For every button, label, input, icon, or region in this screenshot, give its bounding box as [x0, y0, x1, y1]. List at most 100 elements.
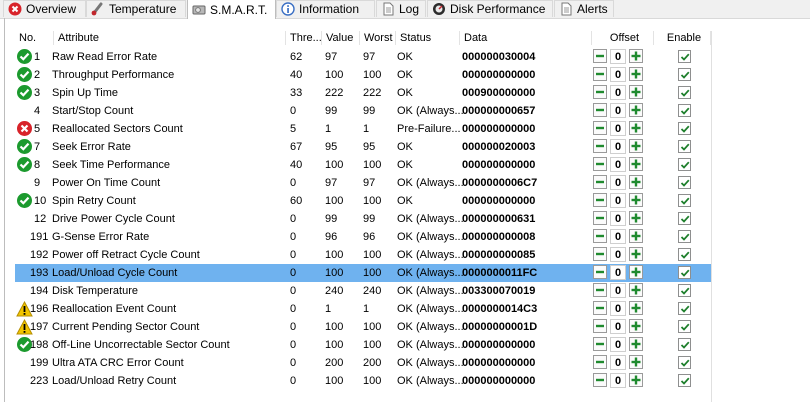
offset-decrement-button[interactable] — [593, 337, 607, 351]
tab-log[interactable]: Log — [376, 0, 426, 17]
offset-value[interactable]: 0 — [610, 229, 626, 244]
enable-checkbox[interactable] — [678, 374, 691, 387]
tab-information[interactable]: Information — [276, 0, 375, 17]
column-header-worst[interactable]: Worst — [360, 31, 396, 45]
tab-temperature[interactable]: Temperature — [86, 0, 186, 17]
offset-value[interactable]: 0 — [610, 211, 626, 226]
offset-value[interactable]: 0 — [610, 355, 626, 370]
offset-decrement-button[interactable] — [593, 319, 607, 333]
enable-checkbox[interactable] — [678, 212, 691, 225]
enable-checkbox[interactable] — [678, 284, 691, 297]
table-row[interactable]: 9 Power On Time Count 0 97 97 OK (Always... 00… — [15, 174, 711, 192]
offset-decrement-button[interactable] — [593, 157, 607, 171]
table-row[interactable]: 1 Raw Read Error Rate 62 97 97 OK 000000030004… — [15, 48, 711, 66]
offset-increment-button[interactable] — [629, 211, 643, 225]
enable-checkbox[interactable] — [678, 158, 691, 171]
column-header-no[interactable]: No. — [15, 31, 54, 45]
tab-alerts[interactable]: Alerts — [554, 0, 614, 17]
offset-increment-button[interactable] — [629, 355, 643, 369]
column-header-threshold[interactable]: Thre... — [286, 31, 322, 45]
column-header-value[interactable]: Value — [322, 31, 360, 45]
offset-value[interactable]: 0 — [610, 265, 626, 280]
offset-decrement-button[interactable] — [593, 283, 607, 297]
enable-checkbox[interactable] — [678, 248, 691, 261]
offset-increment-button[interactable] — [629, 319, 643, 333]
offset-increment-button[interactable] — [629, 283, 643, 297]
offset-decrement-button[interactable] — [593, 67, 607, 81]
offset-value[interactable]: 0 — [610, 157, 626, 172]
offset-decrement-button[interactable] — [593, 373, 607, 387]
table-row[interactable]: 191 G-Sense Error Rate 0 96 96 OK (Always... 0… — [15, 228, 711, 246]
offset-decrement-button[interactable] — [593, 229, 607, 243]
offset-decrement-button[interactable] — [593, 103, 607, 117]
offset-decrement-button[interactable] — [593, 49, 607, 63]
enable-checkbox[interactable] — [678, 320, 691, 333]
offset-increment-button[interactable] — [629, 373, 643, 387]
offset-increment-button[interactable] — [629, 103, 643, 117]
table-row[interactable]: 196 Reallocation Event Count 0 1 1 OK (Always… — [15, 300, 711, 318]
table-row[interactable]: 198 Off-Line Uncorrectable Sector Count 0 1… — [15, 336, 711, 354]
enable-checkbox[interactable] — [678, 104, 691, 117]
enable-checkbox[interactable] — [678, 302, 691, 315]
table-row[interactable]: 197 Current Pending Sector Count 0 100 100 OK… — [15, 318, 711, 336]
table-row[interactable]: 7 Seek Error Rate 67 95 95 OK 000000020003 0 — [15, 138, 711, 156]
enable-checkbox[interactable] — [678, 356, 691, 369]
offset-increment-button[interactable] — [629, 229, 643, 243]
offset-value[interactable]: 0 — [610, 121, 626, 136]
offset-value[interactable]: 0 — [610, 103, 626, 118]
offset-decrement-button[interactable] — [593, 121, 607, 135]
table-row[interactable]: 193 Load/Unload Cycle Count 0 100 100 OK (Alw… — [15, 264, 711, 282]
table-row[interactable]: 8 Seek Time Performance 40 100 100 OK 00000000… — [15, 156, 711, 174]
enable-checkbox[interactable] — [678, 140, 691, 153]
offset-increment-button[interactable] — [629, 85, 643, 99]
offset-increment-button[interactable] — [629, 49, 643, 63]
offset-decrement-button[interactable] — [593, 139, 607, 153]
offset-increment-button[interactable] — [629, 157, 643, 171]
offset-increment-button[interactable] — [629, 139, 643, 153]
offset-decrement-button[interactable] — [593, 247, 607, 261]
enable-checkbox[interactable] — [678, 50, 691, 63]
table-row[interactable]: 223 Load/Unload Retry Count 0 100 100 OK (Alw… — [15, 372, 711, 390]
table-row[interactable]: 199 Ultra ATA CRC Error Count 0 200 200 OK (A… — [15, 354, 711, 372]
enable-checkbox[interactable] — [678, 230, 691, 243]
enable-checkbox[interactable] — [678, 122, 691, 135]
enable-checkbox[interactable] — [678, 176, 691, 189]
offset-value[interactable]: 0 — [610, 193, 626, 208]
offset-increment-button[interactable] — [629, 247, 643, 261]
table-row[interactable]: 3 Spin Up Time 33 222 222 OK 000900000000 0 — [15, 84, 711, 102]
enable-checkbox[interactable] — [678, 194, 691, 207]
offset-value[interactable]: 0 — [610, 85, 626, 100]
offset-decrement-button[interactable] — [593, 85, 607, 99]
offset-value[interactable]: 0 — [610, 49, 626, 64]
offset-increment-button[interactable] — [629, 265, 643, 279]
offset-value[interactable]: 0 — [610, 283, 626, 298]
offset-decrement-button[interactable] — [593, 175, 607, 189]
offset-value[interactable]: 0 — [610, 139, 626, 154]
offset-value[interactable]: 0 — [610, 301, 626, 316]
tab-disk-performance[interactable]: Disk Performance — [427, 0, 553, 17]
offset-value[interactable]: 0 — [610, 319, 626, 334]
enable-checkbox[interactable] — [678, 338, 691, 351]
enable-checkbox[interactable] — [678, 266, 691, 279]
table-row[interactable]: 192 Power off Retract Cycle Count 0 100 100 O… — [15, 246, 711, 264]
column-header-data[interactable]: Data — [460, 31, 592, 45]
table-row[interactable]: 194 Disk Temperature 0 240 240 OK (Always... 0… — [15, 282, 711, 300]
offset-increment-button[interactable] — [629, 121, 643, 135]
offset-value[interactable]: 0 — [610, 373, 626, 388]
tab-smart[interactable]: S.M.A.R.T. — [187, 0, 276, 19]
offset-increment-button[interactable] — [629, 337, 643, 351]
offset-increment-button[interactable] — [629, 301, 643, 315]
tab-overview[interactable]: Overview — [3, 0, 86, 17]
offset-decrement-button[interactable] — [593, 265, 607, 279]
table-row[interactable]: 2 Throughput Performance 40 100 100 OK 0000000… — [15, 66, 711, 84]
offset-increment-button[interactable] — [629, 193, 643, 207]
offset-value[interactable]: 0 — [610, 67, 626, 82]
enable-checkbox[interactable] — [678, 68, 691, 81]
column-header-enable[interactable]: Enable — [654, 31, 711, 45]
table-row[interactable]: 12 Drive Power Cycle Count 0 99 99 OK (Always… — [15, 210, 711, 228]
offset-value[interactable]: 0 — [610, 337, 626, 352]
column-header-status[interactable]: Status — [396, 31, 460, 45]
offset-decrement-button[interactable] — [593, 193, 607, 207]
offset-decrement-button[interactable] — [593, 301, 607, 315]
column-header-offset[interactable]: Offset — [592, 31, 654, 45]
